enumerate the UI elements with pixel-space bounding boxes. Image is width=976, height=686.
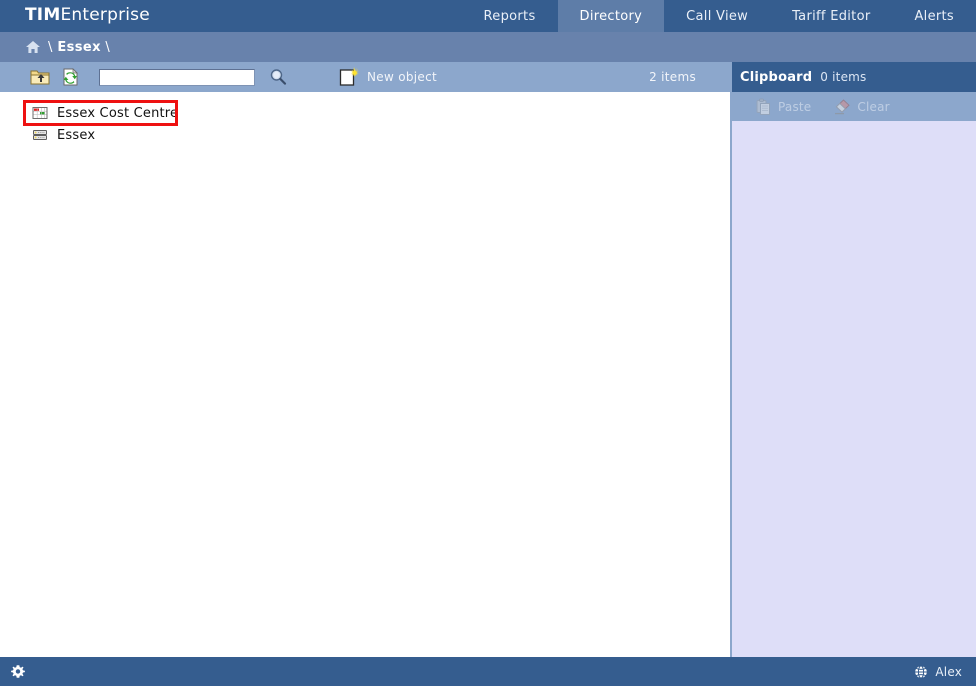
breadcrumb: \ Essex \ (0, 32, 976, 62)
tab-call-view-label: Call View (686, 9, 748, 24)
gear-icon[interactable] (10, 664, 26, 680)
user-account[interactable]: Alex (914, 665, 962, 679)
user-name: Alex (935, 665, 962, 679)
brand-light: Enterprise (60, 5, 149, 25)
new-object-label: New object (367, 70, 437, 84)
paste-label: Paste (778, 100, 811, 114)
new-object-icon (339, 66, 359, 88)
globe-icon (914, 665, 928, 679)
app-brand: TIMEnterprise (25, 5, 150, 25)
breadcrumb-separator-leading: \ (48, 40, 57, 55)
new-object-button[interactable]: New object (339, 66, 437, 88)
clipboard-panel: Clipboard 0 items Paste (730, 62, 976, 657)
tree-item-essex-cost-centre[interactable]: Essex Cost Centre (26, 102, 178, 124)
status-bar: Alex (0, 657, 976, 686)
directory-tree: Essex Cost Centre Essex (0, 92, 730, 146)
tab-directory[interactable]: Directory (558, 0, 665, 32)
clear-button[interactable]: Clear (833, 98, 889, 116)
refresh-icon[interactable] (59, 66, 81, 88)
tab-reports-label: Reports (484, 9, 536, 24)
magnifier-icon[interactable] (268, 67, 288, 87)
app-header: TIMEnterprise Reports Directory Call Vie… (0, 0, 976, 32)
paste-icon (754, 98, 772, 116)
tab-directory-label: Directory (580, 9, 643, 24)
folder-up-icon[interactable] (29, 66, 51, 88)
directory-toolbar: New object 2 items (0, 62, 730, 92)
tab-alerts[interactable]: Alerts (892, 0, 976, 32)
cost-centre-icon (32, 105, 48, 121)
breadcrumb-path[interactable]: \ Essex \ (48, 40, 110, 55)
brand-bold: TIM (25, 5, 60, 25)
breadcrumb-separator-trailing: \ (101, 40, 110, 55)
tab-tariff-editor-label: Tariff Editor (792, 9, 870, 24)
clipboard-title: Clipboard (740, 70, 812, 85)
tab-tariff-editor[interactable]: Tariff Editor (770, 0, 892, 32)
tab-call-view[interactable]: Call View (664, 0, 770, 32)
home-icon[interactable] (25, 40, 41, 54)
directory-content: Essex Cost Centre Essex (0, 92, 730, 657)
clipboard-header: Clipboard 0 items (732, 62, 976, 92)
tab-alerts-label: Alerts (914, 9, 954, 24)
tree-item-essex[interactable]: Essex (26, 124, 95, 146)
paste-button[interactable]: Paste (754, 98, 811, 116)
breadcrumb-node-essex[interactable]: Essex (57, 40, 101, 55)
search-input[interactable] (99, 69, 255, 86)
clear-label: Clear (857, 100, 889, 114)
tab-reports[interactable]: Reports (462, 0, 558, 32)
item-count: 2 items (649, 70, 696, 84)
clipboard-actions: Paste Clear (732, 92, 976, 121)
eraser-icon (833, 98, 851, 116)
pbx-site-icon (32, 127, 48, 143)
main-nav-tabs: Reports Directory Call View Tariff Edito… (462, 0, 976, 32)
tree-item-label: Essex Cost Centre (57, 106, 178, 121)
tree-item-label: Essex (57, 128, 95, 143)
clipboard-count: 0 items (820, 70, 866, 84)
